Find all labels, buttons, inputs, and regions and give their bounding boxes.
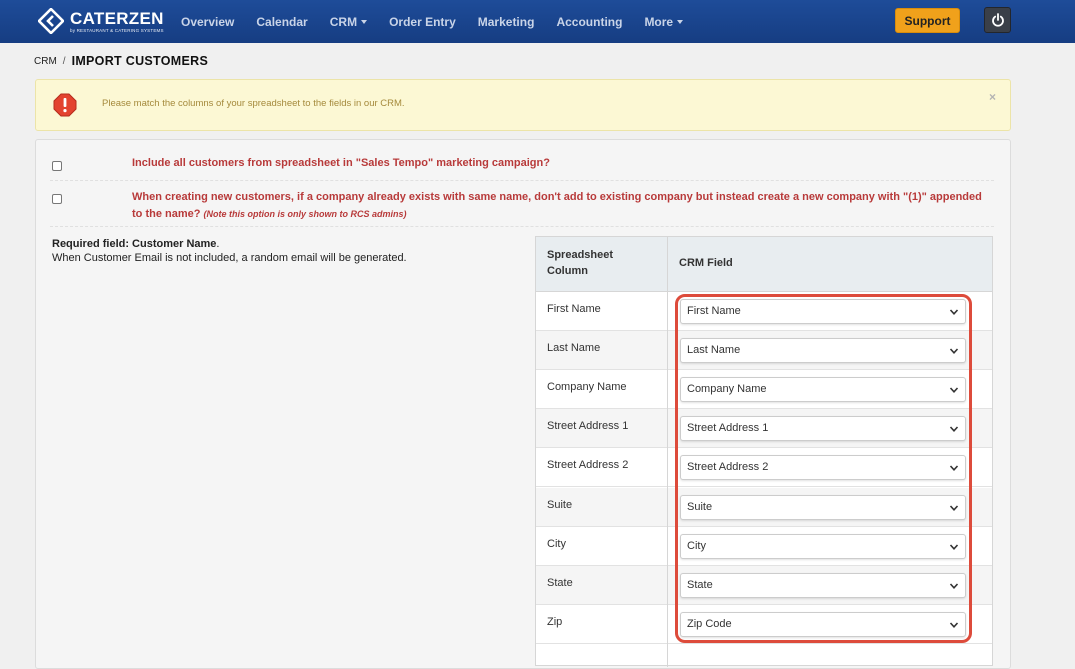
spreadsheet-column-label: Suite (547, 498, 573, 511)
chevron-down-icon (949, 426, 959, 433)
crm-field-select[interactable]: City (680, 533, 966, 559)
crm-field-value: First Name (687, 305, 741, 317)
spreadsheet-column-label: Street Address 1 (547, 420, 629, 433)
column-divider (667, 237, 668, 667)
table-row: State State (536, 565, 992, 605)
option-divider (50, 226, 994, 227)
caret-down-icon (361, 19, 368, 24)
crm-field-value: State (687, 578, 713, 591)
brand-subtitle: by RESTAURANT & CATERING SYSTEMS (70, 28, 164, 33)
table-row: Zip Zip Code (536, 605, 992, 644)
required-field-label: Required field: Customer Name (52, 238, 217, 250)
include-campaign-label: Include all customers from spreadsheet i… (132, 157, 550, 169)
column-mapping-table: Spreadsheet Column CRM Field First Name F… (535, 236, 993, 667)
crm-field-value: Last Name (687, 344, 741, 357)
crm-field-value: Company Name (687, 383, 767, 396)
crm-field-value: Street Address 1 (687, 422, 769, 435)
spreadsheet-column-label: Company Name (547, 381, 627, 394)
breadcrumb: CRM / IMPORT CUSTOMERS (34, 54, 208, 68)
nav-accounting[interactable]: Accounting (556, 15, 622, 29)
top-navbar: CATERZEN by RESTAURANT & CATERING SYSTEM… (0, 0, 1075, 43)
crm-field-select[interactable]: First Name (680, 299, 966, 324)
nav-marketing[interactable]: Marketing (478, 15, 535, 29)
alert-message: Please match the columns of your spreads… (102, 98, 405, 109)
crm-field-select[interactable]: Company Name (680, 377, 966, 403)
chevron-down-icon (949, 544, 959, 550)
admin-note: (Note this option is only shown to RCS a… (203, 209, 407, 219)
crm-field-select[interactable]: Zip Code (680, 611, 966, 637)
nav-overview[interactable]: Overview (181, 15, 234, 29)
chevron-down-icon (949, 583, 959, 589)
info-alert: Please match the columns of your spreads… (35, 79, 1011, 131)
chevron-down-icon (949, 504, 959, 511)
nav-order-entry[interactable]: Order Entry (389, 15, 456, 29)
chevron-down-icon (949, 348, 959, 355)
crm-field-select[interactable]: State (680, 572, 966, 598)
email-note: When Customer Email is not included, a r… (52, 252, 407, 264)
crm-field-value: Suite (687, 500, 713, 513)
caterzen-logo-icon (37, 7, 65, 35)
table-row: Street Address 1 Street Address 1 (536, 409, 992, 449)
crm-field-value: Street Address 2 (687, 461, 769, 474)
table-row: City City (536, 527, 992, 566)
chevron-down-icon (949, 387, 959, 394)
spreadsheet-column-label: Last Name (547, 342, 601, 355)
crm-field-select[interactable]: Street Address 2 (680, 455, 966, 481)
spreadsheet-column-label: State (547, 576, 573, 589)
spreadsheet-column-label: Street Address 2 (547, 459, 629, 472)
new-company-label: When creating new customers, if a compan… (132, 191, 982, 220)
caterzen-logo[interactable]: CATERZEN by RESTAURANT & CATERING SYSTEM… (37, 7, 164, 35)
spreadsheet-column-label: City (547, 537, 566, 550)
header-spreadsheet-column: Spreadsheet Column (547, 249, 614, 277)
warning-icon (53, 93, 77, 117)
caret-down-icon (677, 19, 684, 24)
table-header: Spreadsheet Column CRM Field (536, 237, 992, 292)
main-nav: Overview Calendar CRM Order Entry Market… (170, 0, 694, 43)
spreadsheet-column-label: First Name (547, 303, 601, 315)
table-row: Company Name Company Name (536, 370, 992, 410)
brand-title: CATERZEN (70, 9, 164, 28)
crm-field-select[interactable]: Last Name (680, 338, 966, 364)
close-icon[interactable]: × (989, 90, 996, 104)
crm-field-value: Zip Code (687, 617, 732, 630)
crm-field-select[interactable]: Suite (680, 494, 966, 520)
logout-button[interactable] (984, 7, 1011, 33)
power-icon (991, 13, 1004, 27)
breadcrumb-crm-link[interactable]: CRM (34, 56, 57, 67)
page-title: IMPORT CUSTOMERS (71, 54, 209, 68)
crm-field-select[interactable]: Street Address 1 (680, 416, 966, 442)
chevron-down-icon (949, 465, 959, 472)
crm-field-value: City (687, 539, 706, 552)
nav-calendar[interactable]: Calendar (256, 15, 307, 29)
header-crm-field: CRM Field (679, 257, 733, 269)
support-button[interactable]: Support (895, 8, 960, 33)
table-row: First Name First Name (536, 292, 992, 331)
chevron-down-icon (949, 309, 959, 315)
new-company-checkbox[interactable] (52, 194, 62, 204)
spreadsheet-column-label: Zip (547, 615, 563, 628)
include-campaign-checkbox[interactable] (52, 161, 62, 171)
option-divider (50, 180, 994, 181)
table-row: Street Address 2 Street Address 2 (536, 448, 992, 488)
table-row: Suite Suite (536, 487, 992, 527)
nav-more[interactable]: More (644, 15, 684, 29)
chevron-down-icon (949, 622, 959, 628)
table-row: Last Name Last Name (536, 331, 992, 371)
requirements-note: Required field: Customer Name. When Cust… (52, 238, 407, 264)
breadcrumb-separator: / (62, 55, 66, 67)
nav-crm[interactable]: CRM (330, 15, 368, 29)
